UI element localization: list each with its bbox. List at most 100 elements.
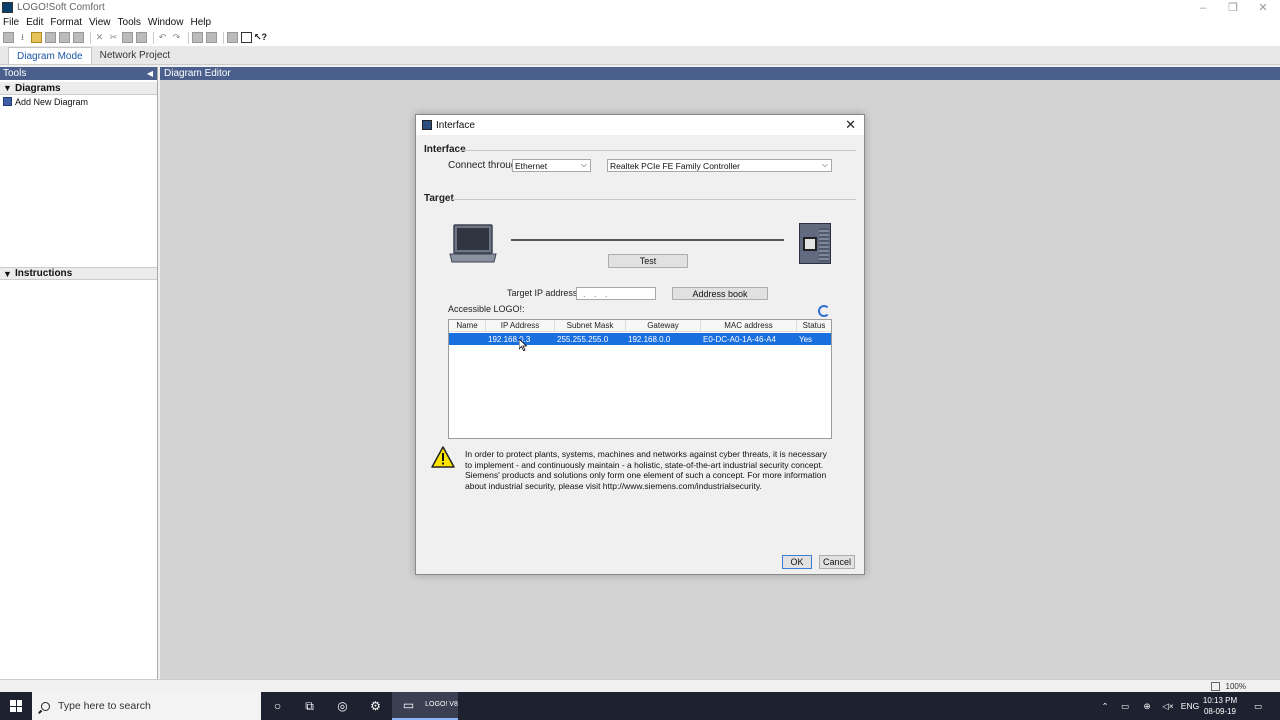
dialog-titlebar: Interface ✕ <box>416 115 864 135</box>
table-row[interactable]: 192.168.0.3 255.255.255.0 192.168.0.0 E0… <box>449 333 831 345</box>
menu-view[interactable]: View <box>89 17 111 28</box>
warning-icon <box>431 446 455 468</box>
menu-file[interactable]: File <box>3 17 19 28</box>
group-divider <box>452 199 856 200</box>
cancel-button[interactable]: Cancel <box>819 555 855 569</box>
menu-edit[interactable]: Edit <box>26 17 43 28</box>
tools-panel-header: Tools ◀ <box>0 67 157 80</box>
column-subnet-mask[interactable]: Subnet Mask <box>555 320 626 331</box>
cell-status: Yes <box>799 334 813 344</box>
cut-icon[interactable]: ✂ <box>108 32 119 43</box>
browser-icon[interactable]: ◎ <box>326 692 359 720</box>
chevron-down-icon: ⌵ <box>580 160 587 169</box>
column-ip-address[interactable]: IP Address <box>486 320 555 331</box>
open-folder-icon[interactable] <box>31 32 42 43</box>
search-icon <box>41 701 50 711</box>
zoom-indicator[interactable]: 100% <box>1210 680 1246 692</box>
column-status[interactable]: Status <box>797 320 831 331</box>
interface-icon[interactable] <box>241 32 252 43</box>
menu-help[interactable]: Help <box>190 17 211 28</box>
connect-through-select[interactable]: Ethernet ⌵ <box>512 159 591 172</box>
diagram-editor-header: Diagram Editor <box>160 67 1280 80</box>
taskbar-clock[interactable]: 10:13 PM 08-09-19 <box>1197 695 1243 717</box>
notification-icon[interactable]: ▭ <box>1250 692 1266 720</box>
mode-tabs: Diagram Mode Network Project <box>0 46 1280 65</box>
diagrams-section-header[interactable]: ▼ Diagrams <box>0 82 157 95</box>
group-divider <box>460 150 856 151</box>
tools-panel: Tools ◀ ▼ Diagrams Add New Diagram ▼ Ins… <box>0 67 158 679</box>
cortana-icon[interactable]: ○ <box>261 692 294 720</box>
test-button[interactable]: Test <box>608 254 688 268</box>
add-new-diagram-item[interactable]: Add New Diagram <box>0 95 157 108</box>
paste-icon[interactable] <box>136 32 147 43</box>
instructions-section-header[interactable]: ▼ Instructions <box>0 267 157 280</box>
security-warning-text: In order to protect plants, systems, mac… <box>465 449 827 491</box>
maximize-button[interactable]: ❐ <box>1218 0 1248 15</box>
column-name[interactable]: Name <box>449 320 486 331</box>
cell-name <box>449 333 486 345</box>
ok-button[interactable]: OK <box>782 555 812 569</box>
accessible-logo-table: Name IP Address Subnet Mask Gateway MAC … <box>448 319 832 439</box>
tray-chevron-up-icon[interactable]: ⌃ <box>1098 692 1112 720</box>
download-icon[interactable]: ⭳ <box>17 32 28 43</box>
column-mac-address[interactable]: MAC address <box>701 320 797 331</box>
save-icon[interactable] <box>45 32 56 43</box>
network-globe-icon[interactable]: ⊕ <box>1140 692 1154 720</box>
pc-to-logo-icon[interactable] <box>192 32 203 43</box>
monitor-app-icon[interactable]: ▭ <box>392 692 425 720</box>
close-window-button[interactable]: ✕ <box>1248 0 1278 15</box>
logo-app-icon <box>2 2 13 13</box>
instructions-section-label: Instructions <box>15 268 73 279</box>
tab-network-project[interactable]: Network Project <box>92 47 179 64</box>
taskbar-search-placeholder: Type here to search <box>58 700 151 712</box>
menu-tools[interactable]: Tools <box>118 17 141 28</box>
diagram-icon <box>3 97 12 106</box>
windows-taskbar: Type here to search ○ ⧉ ◎ ⚙ ▭ LOGO! V8 ⌃… <box>0 692 1280 720</box>
dialog-close-icon[interactable]: ✕ <box>845 117 856 133</box>
status-bar: 100% <box>0 679 1280 692</box>
new-icon[interactable] <box>3 32 14 43</box>
toolbar-separator <box>153 31 154 44</box>
mouse-pointer-icon <box>519 339 527 351</box>
connection-line <box>511 239 784 241</box>
redo-icon[interactable]: ↷ <box>171 32 182 43</box>
connect-through-value: Ethernet <box>515 160 548 171</box>
toolbar: ⭳ ✕ ✂ ↶ ↷ ↖? <box>0 29 1280 46</box>
logo-to-pc-icon[interactable] <box>206 32 217 43</box>
collapse-panel-icon[interactable]: ◀ <box>147 69 153 78</box>
tab-diagram-mode[interactable]: Diagram Mode <box>8 47 92 64</box>
menu-window[interactable]: Window <box>148 17 184 28</box>
column-gateway[interactable]: Gateway <box>626 320 701 331</box>
properties-icon[interactable] <box>227 32 238 43</box>
plc-display <box>803 237 817 251</box>
menu-format[interactable]: Format <box>50 17 82 28</box>
chevron-down-icon: ⌵ <box>821 160 828 169</box>
interface-dialog-icon <box>422 120 432 130</box>
laptop-icon <box>449 224 497 263</box>
refresh-icon[interactable] <box>818 305 830 317</box>
zoom-value: 100% <box>1225 681 1246 691</box>
logo-plc-icon <box>799 223 831 264</box>
target-ip-input[interactable]: . . . <box>576 287 656 300</box>
plc-terminals <box>819 228 829 262</box>
settings-gear-icon[interactable]: ⚙ <box>359 692 392 720</box>
clock-date: 08-09-19 <box>1203 707 1237 716</box>
battery-icon[interactable]: ▭ <box>1118 692 1132 720</box>
zoom-icon <box>1210 681 1220 691</box>
taskbar-search-box[interactable]: Type here to search <box>32 692 261 720</box>
start-button[interactable] <box>0 692 32 720</box>
print-icon[interactable] <box>73 32 84 43</box>
volume-icon[interactable]: ◁× <box>1161 692 1175 720</box>
task-view-icon[interactable]: ⧉ <box>293 692 326 720</box>
cell-subnet-mask: 255.255.255.0 <box>557 334 609 344</box>
chevron-down-icon: ▼ <box>3 83 12 93</box>
context-help-icon[interactable]: ↖? <box>254 32 267 43</box>
delete-icon[interactable]: ✕ <box>94 32 105 43</box>
network-adapter-select[interactable]: Realtek PCIe FE Family Controller ⌵ <box>607 159 832 172</box>
address-book-button[interactable]: Address book <box>672 287 768 300</box>
undo-icon[interactable]: ↶ <box>157 32 168 43</box>
copy-icon[interactable] <box>122 32 133 43</box>
logo-soft-comfort-taskbar-icon[interactable]: LOGO! V8 <box>425 692 458 720</box>
save-as-icon[interactable] <box>59 32 70 43</box>
minimize-button[interactable]: – <box>1188 0 1218 15</box>
